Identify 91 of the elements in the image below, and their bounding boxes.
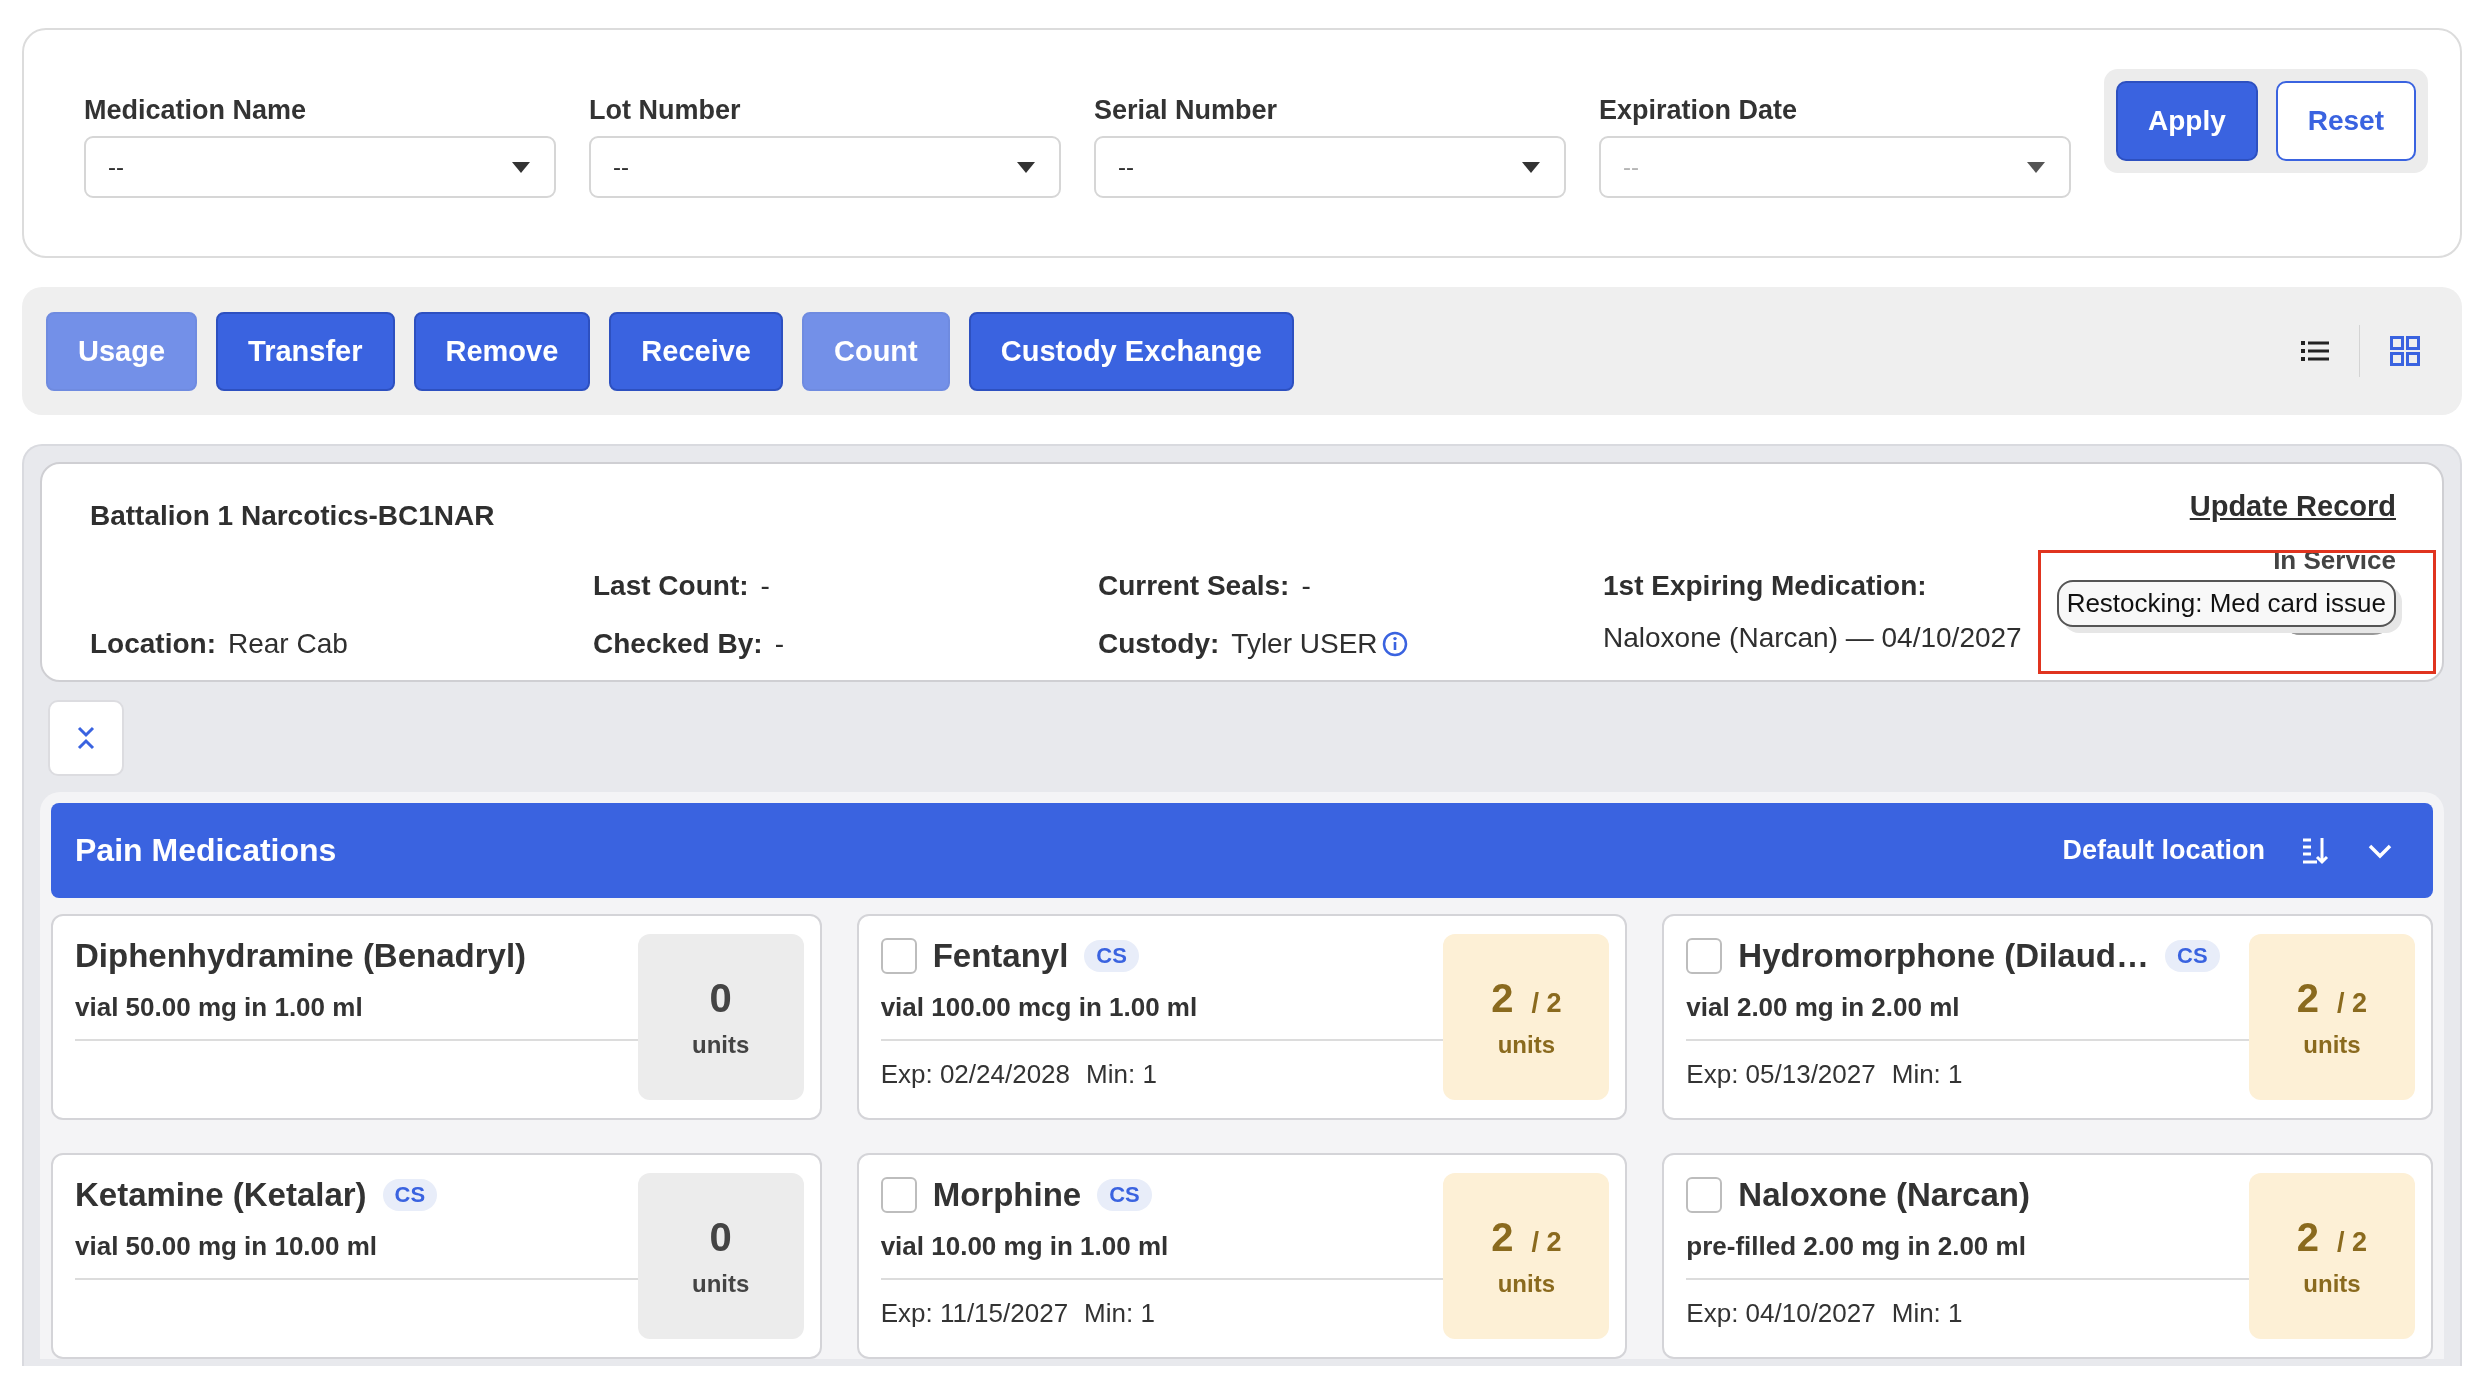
location-label: Location: bbox=[90, 628, 216, 660]
first-expiring-label: 1st Expiring Medication: bbox=[1603, 570, 1927, 602]
medication-card[interactable]: Morphine CS vial 10.00 mg in 1.00 ml Exp: 11/15/2027 Min: 1 2 / 2 units bbox=[856, 1153, 1628, 1359]
location-label: Default location bbox=[2062, 835, 2265, 866]
count-value: 2 bbox=[2296, 1214, 2320, 1260]
count-unit: units bbox=[692, 1030, 750, 1059]
checked-by-value: - bbox=[774, 628, 784, 660]
count-total: / 2 bbox=[2337, 987, 2368, 1019]
medication-description: vial 50.00 mg in 10.00 ml bbox=[75, 1231, 379, 1262]
medication-description: vial 100.00 mcg in 1.00 ml bbox=[880, 992, 1199, 1023]
count-value: 2 bbox=[1491, 1214, 1514, 1260]
medication-description: pre-filled 2.00 mg in 2.00 ml bbox=[1686, 1231, 2027, 1262]
medication-card[interactable]: Hydromorphone (Dilaud… CS vial 2.00 mg in 2.00 ml Exp: 05/13/2027 Min: 1 2 / 2 units bbox=[1662, 914, 2433, 1120]
custody-label: Custody: bbox=[1098, 628, 1220, 660]
filter-dropdown[interactable]: -- bbox=[589, 136, 1061, 198]
medication-name: Diphenhydramine (Benadryl) bbox=[75, 937, 527, 975]
current-seals-value: - bbox=[1301, 570, 1311, 602]
medication-card[interactable]: Naloxone (Narcan) pre-filled 2.00 mg in 2.00 ml Exp: 04/10/2027 Min: 1 2 / 2 units bbox=[1662, 1153, 2433, 1359]
medication-name: Ketamine (Ketalar) bbox=[75, 1176, 367, 1214]
count-value: 0 bbox=[709, 1214, 732, 1260]
list-view-icon[interactable] bbox=[2301, 340, 2329, 362]
checked-by-label: Checked By: bbox=[593, 628, 763, 660]
medication-description: vial 50.00 mg in 1.00 ml bbox=[75, 992, 364, 1023]
count-unit: units bbox=[1497, 1269, 1555, 1298]
filter-label: Lot Number bbox=[589, 95, 742, 126]
filter-label: Expiration Date bbox=[1598, 95, 1798, 126]
record-title: Battalion 1 Narcotics-BC1NAR bbox=[90, 500, 496, 533]
expiration-date: Exp: 05/13/2027 bbox=[1686, 1059, 1876, 1090]
action-button[interactable]: Remove bbox=[413, 311, 591, 391]
count-unit: units bbox=[692, 1269, 750, 1298]
count-total: / 2 bbox=[2337, 1226, 2368, 1258]
count-value: 2 bbox=[2296, 975, 2320, 1021]
medication-card[interactable]: Diphenhydramine (Benadryl) vial 50.00 mg in 1.00 ml 0 units bbox=[51, 914, 822, 1120]
caret-icon bbox=[512, 161, 530, 173]
info-icon[interactable] bbox=[1381, 631, 1408, 657]
grid-view-icon[interactable] bbox=[2390, 336, 2420, 366]
minimum-quantity: Min: 1 bbox=[1891, 1059, 1963, 1090]
minimum-quantity: Min: 1 bbox=[1891, 1298, 1963, 1329]
medication-description: vial 10.00 mg in 1.00 ml bbox=[880, 1231, 1170, 1262]
filter-label: Serial Number bbox=[1093, 95, 1279, 126]
medication-name: Hydromorphone (Dilaud… bbox=[1738, 937, 2149, 975]
minimum-quantity: Min: 1 bbox=[1086, 1059, 1157, 1090]
medication-name: Morphine bbox=[932, 1176, 1082, 1214]
expiration-date: Exp: 11/15/2027 bbox=[880, 1298, 1069, 1329]
count-total: / 2 bbox=[1531, 987, 1562, 1019]
medication-card[interactable]: Fentanyl CS vial 100.00 mcg in 1.00 ml Exp: 02/24/2028 Min: 1 2 / 2 units bbox=[856, 914, 1628, 1120]
checkbox[interactable] bbox=[880, 1177, 917, 1213]
custody-value: Tyler USER bbox=[1231, 628, 1378, 660]
caret-icon bbox=[2026, 161, 2045, 173]
checkbox[interactable] bbox=[880, 938, 917, 974]
last-count-label: Last Count: bbox=[593, 570, 749, 602]
caret-icon bbox=[1521, 161, 1540, 173]
controlled-substance-badge: CS bbox=[1084, 940, 1139, 972]
controlled-substance-badge: CS bbox=[1097, 1179, 1152, 1211]
update-record-link[interactable]: Update Record bbox=[2189, 490, 2396, 523]
count-unit: units bbox=[1497, 1030, 1555, 1059]
checkbox[interactable] bbox=[1686, 938, 1723, 974]
count-unit: units bbox=[2303, 1269, 2361, 1298]
checkbox[interactable] bbox=[1686, 1177, 1723, 1213]
count-value: 0 bbox=[709, 975, 732, 1021]
collapse-button[interactable] bbox=[48, 700, 124, 776]
reset-button[interactable]: Reset bbox=[2275, 81, 2416, 161]
first-expiring-value: Naloxone (Narcan) — 04/10/2027 bbox=[1603, 622, 2022, 654]
action-button[interactable]: Receive bbox=[609, 311, 783, 391]
expiration-date: Exp: 04/10/2027 bbox=[1686, 1298, 1876, 1329]
count-unit: units bbox=[2303, 1030, 2361, 1059]
count-total: / 2 bbox=[1531, 1226, 1562, 1258]
controlled-substance-badge: CS bbox=[2165, 940, 2220, 972]
controlled-substance-badge: CS bbox=[382, 1179, 438, 1211]
collapse-icon bbox=[76, 725, 96, 751]
action-button[interactable]: Transfer bbox=[216, 311, 395, 391]
last-count-value: - bbox=[760, 570, 770, 602]
status-label: In Service bbox=[2273, 545, 2396, 575]
count-value: 2 bbox=[1491, 975, 1514, 1021]
medication-card[interactable]: Ketamine (Ketalar) CS vial 50.00 mg in 10.00 ml 0 units bbox=[51, 1153, 822, 1359]
section-header[interactable]: Pain Medications Default location bbox=[51, 803, 2433, 898]
apply-button[interactable]: Apply bbox=[2115, 81, 2258, 161]
filter-dropdown[interactable]: -- bbox=[1093, 136, 1566, 198]
action-button[interactable]: Custody Exchange bbox=[968, 311, 1294, 391]
medication-name: Naloxone (Narcan) bbox=[1738, 1176, 2030, 1214]
filter-label: Medication Name bbox=[84, 95, 308, 126]
location-value: Rear Cab bbox=[228, 628, 348, 660]
medication-description: vial 2.00 mg in 2.00 ml bbox=[1686, 992, 1961, 1023]
expiration-date: Exp: 02/24/2028 bbox=[880, 1059, 1071, 1090]
section-title: Pain Medications bbox=[75, 832, 337, 869]
filter-dropdown[interactable]: -- bbox=[84, 136, 556, 198]
sort-icon[interactable] bbox=[2301, 835, 2329, 866]
current-seals-label: Current Seals: bbox=[1098, 570, 1290, 602]
medication-name: Fentanyl bbox=[932, 937, 1069, 975]
caret-icon bbox=[1016, 161, 1035, 173]
minimum-quantity: Min: 1 bbox=[1084, 1298, 1155, 1329]
